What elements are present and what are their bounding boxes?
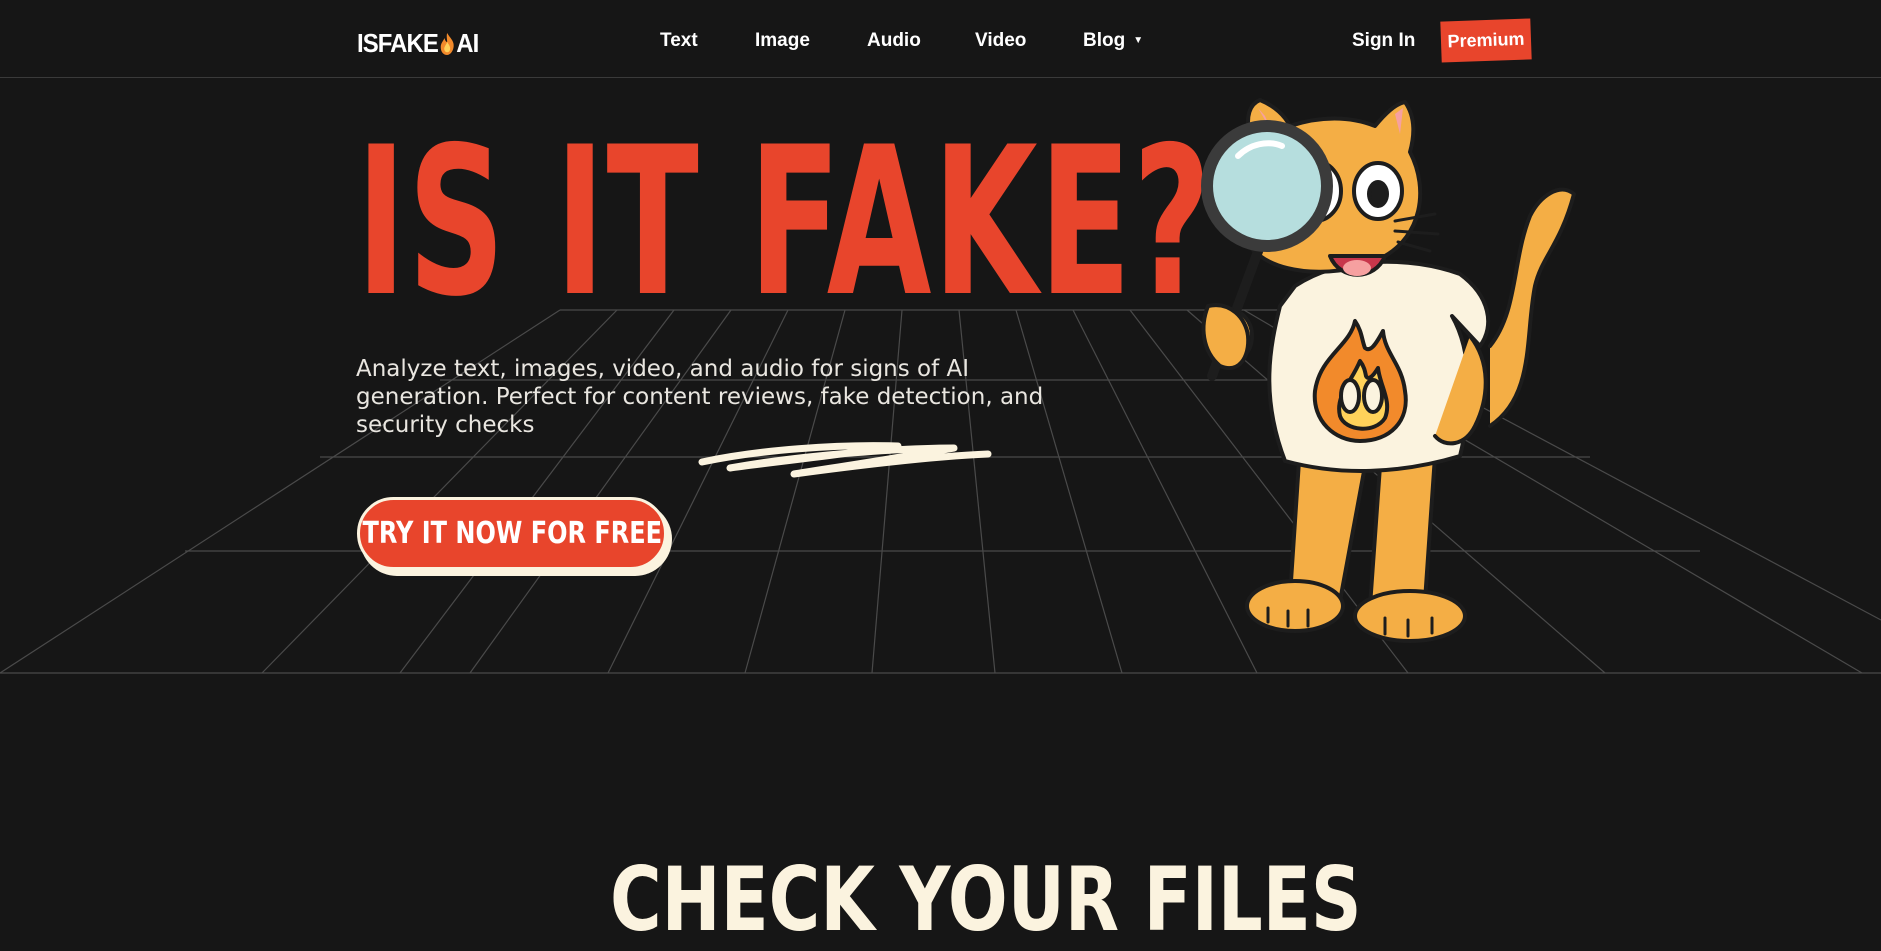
cat-mascot-illustration <box>1201 98 1576 643</box>
caret-down-icon: ▼ <box>1133 35 1144 47</box>
try-it-free-button[interactable]: TRY IT NOW FOR FREE <box>357 497 667 570</box>
premium-button[interactable]: Premium <box>1440 18 1532 63</box>
cta-label: TRY IT NOW FOR FREE <box>362 516 662 551</box>
sign-in-link[interactable]: Sign In <box>1352 30 1415 52</box>
navbar: ISFAKE AI Text Image Audio Video Blog ▼ S… <box>0 0 1881 78</box>
nav-link-image[interactable]: Image <box>755 30 810 52</box>
nav-link-text[interactable]: Text <box>660 30 698 52</box>
section-title: CHECK YOUR FILES <box>610 848 1362 951</box>
nav-link-blog[interactable]: Blog ▼ <box>1083 30 1143 52</box>
nav-links: Text Image Audio Video Blog ▼ <box>0 30 1881 54</box>
nav-link-blog-label: Blog <box>1083 30 1126 51</box>
nav-link-audio[interactable]: Audio <box>867 30 921 52</box>
scribble-decoration <box>698 442 992 478</box>
nav-link-video[interactable]: Video <box>975 30 1026 52</box>
hero-title: IS IT FAKE? <box>356 104 1213 342</box>
hero-subtitle: Analyze text, images, video, and audio f… <box>356 356 1044 438</box>
